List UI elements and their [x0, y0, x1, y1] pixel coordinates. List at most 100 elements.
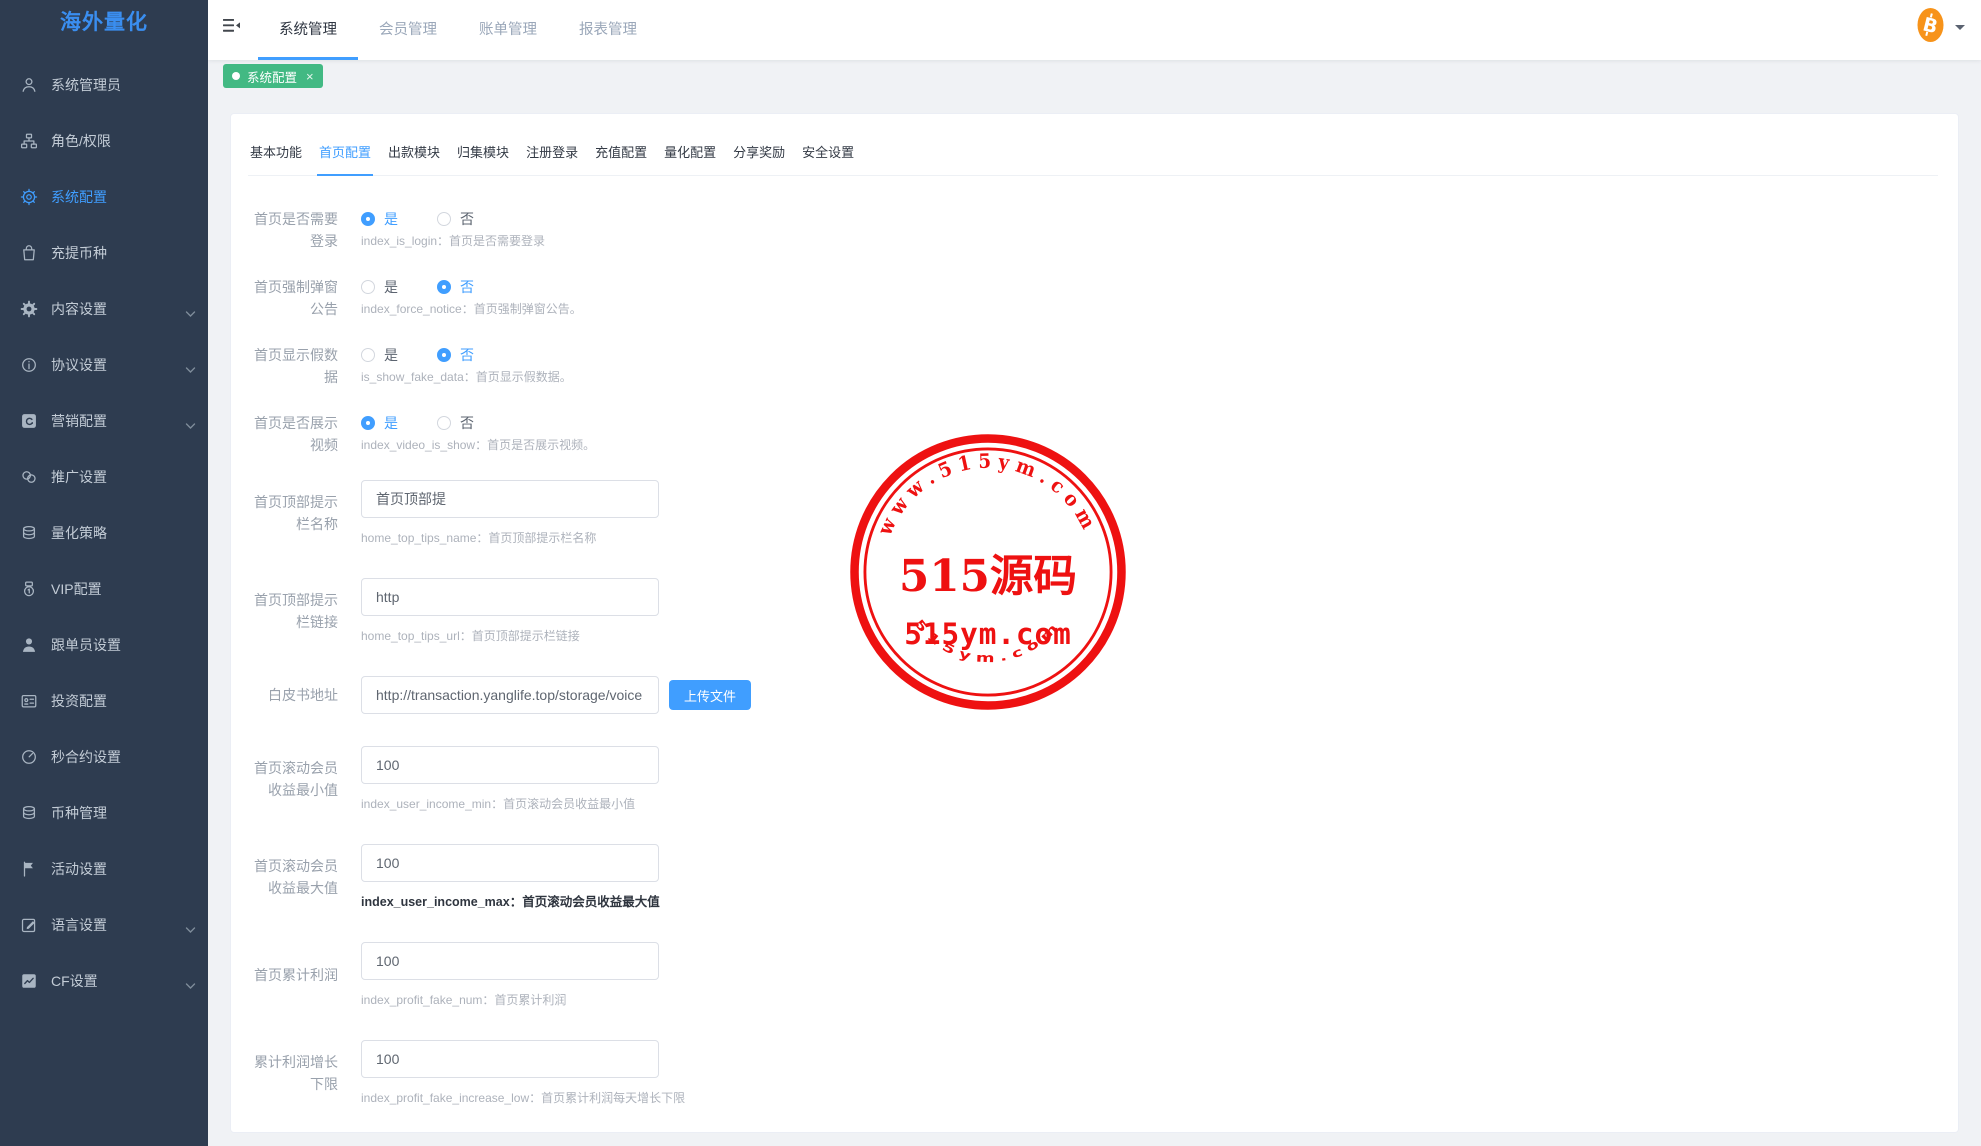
form-row-7: 首页滚动会员收益最小值index_user_income_min：首页滚动会员收… — [253, 746, 1958, 812]
bag-icon — [20, 244, 38, 262]
radio-option-1-0[interactable]: 是 — [361, 277, 398, 297]
top-header: 系统管理会员管理账单管理报表管理 B — [208, 0, 1981, 60]
field-helper: index_video_is_show：首页是否展示视频。 — [361, 434, 595, 456]
radio-label: 是 — [384, 209, 398, 229]
radio-label: 是 — [384, 345, 398, 365]
tag-dot-icon — [232, 72, 240, 80]
radio-circle-icon — [437, 348, 451, 362]
sidebar-item-1[interactable]: 角色/权限 — [0, 113, 208, 169]
sidebar-item-9[interactable]: VIP配置 — [0, 561, 208, 617]
upload-file-button[interactable]: 上传文件 — [669, 680, 751, 710]
settings-tab-0[interactable]: 基本功能 — [248, 142, 304, 176]
chevron-down-icon — [185, 305, 196, 321]
sidebar-item-label: CF设置 — [51, 971, 98, 991]
sidebar-item-15[interactable]: 语言设置 — [0, 897, 208, 953]
sidebar-item-5[interactable]: 协议设置 — [0, 337, 208, 393]
sidebar-item-16[interactable]: CF设置 — [0, 953, 208, 1009]
sidebar-item-12[interactable]: 秒合约设置 — [0, 729, 208, 785]
settings-tab-4[interactable]: 注册登录 — [524, 142, 580, 176]
tag-label: 系统配置 — [247, 67, 297, 86]
person-icon — [20, 636, 38, 654]
form-row-4: 首页顶部提示栏名称home_top_tips_name：首页顶部提示栏名称 — [253, 480, 1958, 546]
field-label: 首页累计利润 — [253, 942, 338, 1008]
field-input-8[interactable] — [361, 844, 659, 882]
topnav-tab-0[interactable]: 系统管理 — [258, 0, 358, 60]
settings-tab-2[interactable]: 出款模块 — [386, 142, 442, 176]
gear-solid-icon — [20, 300, 38, 318]
sidebar-item-label: 投资配置 — [51, 691, 107, 711]
sidebar-item-8[interactable]: 量化策略 — [0, 505, 208, 561]
sidebar-item-6[interactable]: 营销配置 — [0, 393, 208, 449]
settings-tab-6[interactable]: 量化配置 — [662, 142, 718, 176]
sidebar-item-label: 营销配置 — [51, 411, 107, 431]
radio-label: 是 — [384, 277, 398, 297]
chart-icon — [20, 972, 38, 990]
open-page-tag[interactable]: 系统配置 × — [223, 64, 323, 88]
form-row-1: 首页强制弹窗公告是否index_force_notice：首页强制弹窗公告。 — [253, 276, 1958, 320]
topnav-tab-1[interactable]: 会员管理 — [358, 0, 458, 60]
radio-option-3-0[interactable]: 是 — [361, 413, 398, 433]
marketing-icon — [20, 412, 38, 430]
radio-option-2-1[interactable]: 否 — [437, 345, 474, 365]
sidebar-item-13[interactable]: 币种管理 — [0, 785, 208, 841]
radio-option-1-1[interactable]: 否 — [437, 277, 474, 297]
settings-tab-8[interactable]: 安全设置 — [800, 142, 856, 176]
sidebar-item-label: 角色/权限 — [51, 131, 111, 151]
sidebar-item-label: 活动设置 — [51, 859, 107, 879]
topnav-tab-3[interactable]: 报表管理 — [558, 0, 658, 60]
sidebar-item-label: VIP配置 — [51, 579, 102, 599]
sidebar-menu: 系统管理员角色/权限系统配置充提币种内容设置协议设置营销配置推广设置量化策略 VI… — [0, 57, 208, 1009]
radio-circle-icon — [361, 212, 375, 226]
collapse-sidebar-icon[interactable] — [222, 16, 241, 35]
field-input-5[interactable] — [361, 578, 659, 616]
chevron-down-icon — [185, 417, 196, 433]
sidebar-item-4[interactable]: 内容设置 — [0, 281, 208, 337]
card-icon — [20, 692, 38, 710]
radio-option-2-0[interactable]: 是 — [361, 345, 398, 365]
radio-circle-icon — [361, 348, 375, 362]
sidebar-item-7[interactable]: 推广设置 — [0, 449, 208, 505]
settings-tab-1[interactable]: 首页配置 — [317, 142, 373, 176]
sidebar-item-label: 系统管理员 — [51, 75, 121, 95]
sidebar-item-3[interactable]: 充提币种 — [0, 225, 208, 281]
sidebar-item-label: 币种管理 — [51, 803, 107, 823]
field-helper: index_is_login：首页是否需要登录 — [361, 230, 545, 252]
field-label: 首页是否展示视频 — [253, 412, 338, 456]
field-label: 首页强制弹窗公告 — [253, 276, 338, 320]
sitemap-icon — [20, 132, 38, 150]
field-input-4[interactable] — [361, 480, 659, 518]
chevron-down-icon — [185, 921, 196, 937]
info-circle-icon — [20, 356, 38, 374]
radio-option-3-1[interactable]: 否 — [437, 413, 474, 433]
close-icon[interactable]: × — [306, 69, 314, 84]
radio-option-0-1[interactable]: 否 — [437, 209, 474, 229]
link-icon — [20, 468, 38, 486]
field-input-9[interactable] — [361, 942, 659, 980]
field-helper: index_profit_fake_increase_low：首页累计利润每天增… — [361, 1090, 685, 1106]
sidebar-item-label: 系统配置 — [51, 187, 107, 207]
topnav-tab-2[interactable]: 账单管理 — [458, 0, 558, 60]
radio-option-0-0[interactable]: 是 — [361, 209, 398, 229]
field-input-10[interactable] — [361, 1040, 659, 1078]
form-row-10: 累计利润增长下限index_profit_fake_increase_low：首… — [253, 1040, 1958, 1106]
sidebar-item-2[interactable]: 系统配置 — [0, 169, 208, 225]
avatar-dropdown[interactable]: B — [1917, 7, 1965, 48]
settings-tabs: 基本功能首页配置出款模块归集模块注册登录充值配置量化配置分享奖励安全设置 — [248, 142, 1938, 176]
form-row-9: 首页累计利润index_profit_fake_num：首页累计利润 — [253, 942, 1958, 1008]
form-row-0: 首页是否需要登录是否index_is_login：首页是否需要登录 — [253, 208, 1958, 252]
settings-card: 基本功能首页配置出款模块归集模块注册登录充值配置量化配置分享奖励安全设置 首页是… — [230, 113, 1959, 1133]
field-input-7[interactable] — [361, 746, 659, 784]
form-row-5: 首页顶部提示栏链接home_top_tips_url：首页顶部提示栏链接 — [253, 578, 1958, 644]
chevron-down-icon — [185, 361, 196, 377]
sidebar-item-0[interactable]: 系统管理员 — [0, 57, 208, 113]
field-input-6[interactable] — [361, 676, 659, 714]
settings-tab-5[interactable]: 充值配置 — [593, 142, 649, 176]
radio-circle-icon — [361, 280, 375, 294]
sidebar-item-11[interactable]: 投资配置 — [0, 673, 208, 729]
sidebar-item-10[interactable]: 跟单员设置 — [0, 617, 208, 673]
settings-tab-7[interactable]: 分享奖励 — [731, 142, 787, 176]
edit-icon — [20, 916, 38, 934]
settings-tab-3[interactable]: 归集模块 — [455, 142, 511, 176]
sidebar-item-14[interactable]: 活动设置 — [0, 841, 208, 897]
form-row-6: 白皮书地址上传文件 — [253, 676, 1958, 714]
